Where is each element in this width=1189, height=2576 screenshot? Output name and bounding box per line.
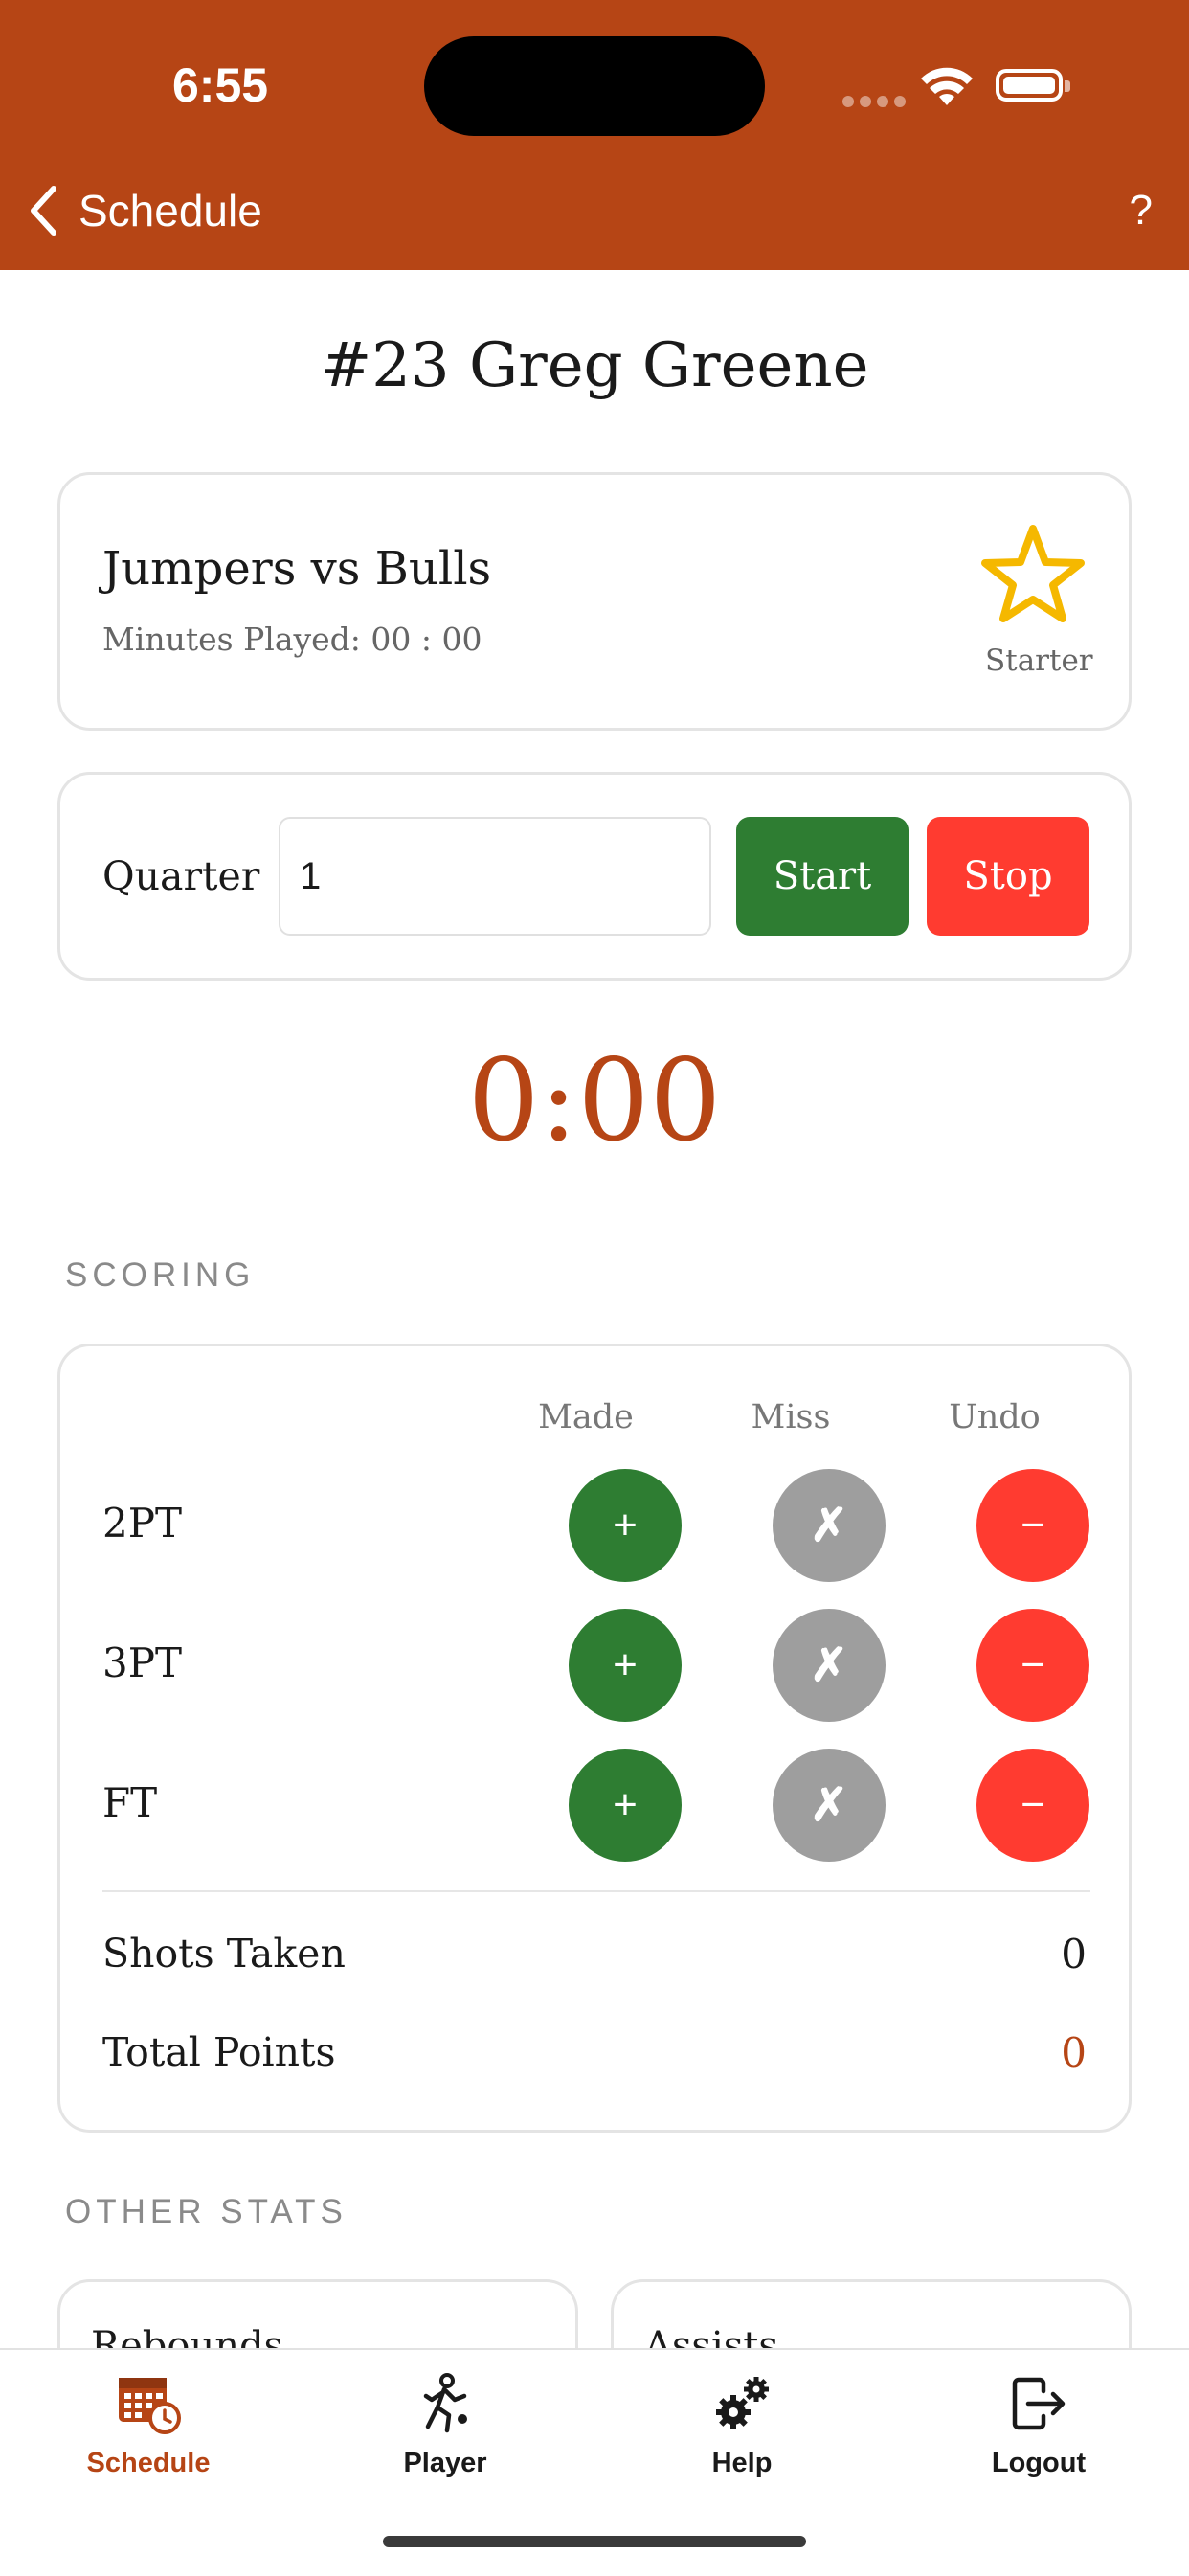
total-points-label: Total Points [102, 2029, 336, 2075]
nav-header: 6:55 Schedule ? [0, 0, 1189, 270]
scoring-section-title: SCORING [65, 1256, 256, 1294]
miss-2pt-button[interactable]: ✗ [773, 1469, 886, 1582]
page-title: #23 Greg Greene [320, 330, 869, 401]
row-label-ft: FT [102, 1779, 158, 1826]
tab-logout[interactable]: Logout [933, 2365, 1144, 2479]
made-3pt-button[interactable]: + [569, 1609, 682, 1722]
chevron-left-icon [31, 186, 56, 236]
calendar-clock-icon [119, 2378, 181, 2434]
gears-icon [716, 2377, 769, 2429]
help-button[interactable]: ? [1130, 187, 1153, 235]
shots-taken-label: Shots Taken [102, 1931, 346, 1977]
total-points-value: 0 [1061, 2029, 1087, 2076]
running-player-icon [423, 2373, 467, 2433]
cellular-icon [842, 96, 906, 107]
undo-3pt-button[interactable]: − [976, 1609, 1089, 1722]
tab-player-label: Player [403, 2448, 487, 2478]
scoring-card: Made Miss Undo 2PT + ✗ − 3PT + ✗ − FT + … [57, 1344, 1132, 2133]
status-time: 6:55 [172, 58, 269, 112]
made-ft-button[interactable]: + [569, 1749, 682, 1862]
row-label-2pt: 2PT [102, 1500, 182, 1547]
back-button[interactable]: Schedule [29, 182, 262, 239]
quarter-input[interactable]: 1 [279, 817, 711, 936]
stop-button[interactable]: Stop [927, 817, 1089, 936]
dynamic-island [424, 36, 765, 136]
minutes-played: Minutes Played: 00 : 00 [102, 621, 482, 658]
game-card: Jumpers vs Bulls Minutes Played: 00 : 00… [57, 472, 1132, 731]
miss-ft-button[interactable]: ✗ [773, 1749, 886, 1862]
miss-3pt-button[interactable]: ✗ [773, 1609, 886, 1722]
undo-ft-button[interactable]: − [976, 1749, 1089, 1862]
game-name: Jumpers vs Bulls [102, 542, 492, 596]
quarter-label: Quarter [102, 853, 260, 899]
home-indicator[interactable] [383, 2536, 806, 2547]
tab-schedule[interactable]: Schedule [43, 2365, 254, 2479]
quarter-card: Quarter 1 Start Stop [57, 772, 1132, 981]
tab-player[interactable]: Player [340, 2365, 550, 2479]
back-label: Schedule [79, 186, 262, 236]
row-label-3pt: 3PT [102, 1639, 182, 1686]
game-timer: 0:00 [467, 1034, 722, 1166]
logout-icon [1012, 2377, 1066, 2430]
wifi-icon [921, 67, 973, 105]
battery-icon [996, 69, 1070, 102]
tab-logout-label: Logout [991, 2448, 1087, 2478]
made-2pt-button[interactable]: + [569, 1469, 682, 1582]
made-column-header: Made [538, 1398, 634, 1436]
tab-schedule-label: Schedule [86, 2448, 211, 2478]
shots-taken-value: 0 [1061, 1931, 1087, 1977]
miss-column-header: Miss [751, 1398, 831, 1436]
undo-2pt-button[interactable]: − [976, 1469, 1089, 1582]
divider [102, 1890, 1090, 1892]
start-button[interactable]: Start [736, 817, 909, 936]
undo-column-header: Undo [949, 1398, 1041, 1436]
other-stats-section-title: OTHER STATS [65, 2193, 348, 2230]
tab-help-label: Help [711, 2448, 773, 2478]
tab-help[interactable]: Help [637, 2365, 847, 2479]
starter-label: Starter [985, 644, 1093, 678]
star-icon[interactable] [979, 523, 1087, 624]
